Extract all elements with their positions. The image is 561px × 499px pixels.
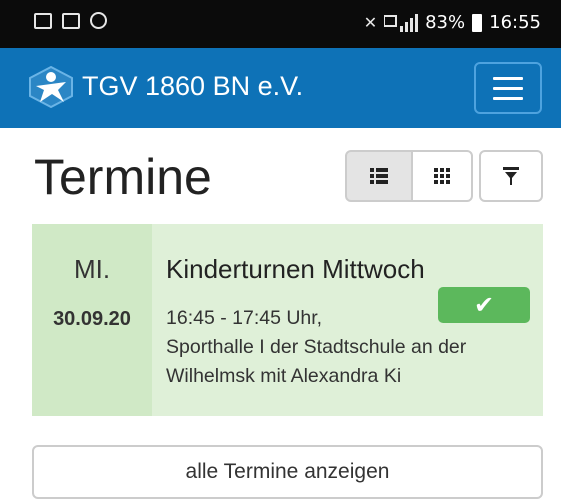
event-time: 16:45 - 17:45 Uhr, — [166, 307, 323, 329]
list-view-button[interactable] — [345, 150, 413, 202]
battery-percent: 83% — [425, 12, 466, 33]
menu-toggle-button[interactable] — [474, 62, 542, 114]
clock-icon — [90, 12, 107, 29]
grid-view-button[interactable] — [411, 150, 473, 202]
clock-time: 16:55 — [489, 12, 541, 33]
event-card[interactable]: MI. 30.09.20 Kinderturnen Mittwoch ✔ 16:… — [32, 224, 543, 416]
event-location-line1: Sporthalle I der Stadtschule an der — [166, 336, 467, 358]
event-details: 16:45 - 17:45 Uhr, Sporthalle I der Stad… — [166, 304, 536, 391]
mute-icon: ✕ — [363, 13, 378, 32]
signal-icon — [384, 13, 419, 32]
list-view-icon — [370, 168, 388, 184]
page-title: Termine — [34, 149, 212, 205]
event-location-line2: Wilhelmsk mit Alexandra Ki — [166, 365, 402, 387]
filter-button[interactable] — [479, 150, 543, 202]
hamburger-icon — [493, 77, 523, 80]
show-all-events-button[interactable]: alle Termine anzeigen — [32, 445, 543, 499]
battery-icon — [472, 13, 483, 32]
event-weekday: MI. — [73, 254, 111, 284]
brand-name[interactable]: TGV 1860 BN e.V. — [82, 71, 303, 102]
grid-view-icon — [434, 168, 450, 184]
filter-icon — [503, 167, 519, 185]
tgv-logo-icon[interactable] — [28, 66, 74, 108]
status-bar: ✕ 83% 16:55 — [0, 0, 561, 48]
image-icon — [62, 12, 80, 29]
mail-icon — [34, 12, 52, 29]
event-date-column: MI. 30.09.20 — [32, 224, 152, 416]
event-title[interactable]: Kinderturnen Mittwoch — [166, 254, 425, 285]
event-date: 30.09.20 — [53, 308, 131, 330]
